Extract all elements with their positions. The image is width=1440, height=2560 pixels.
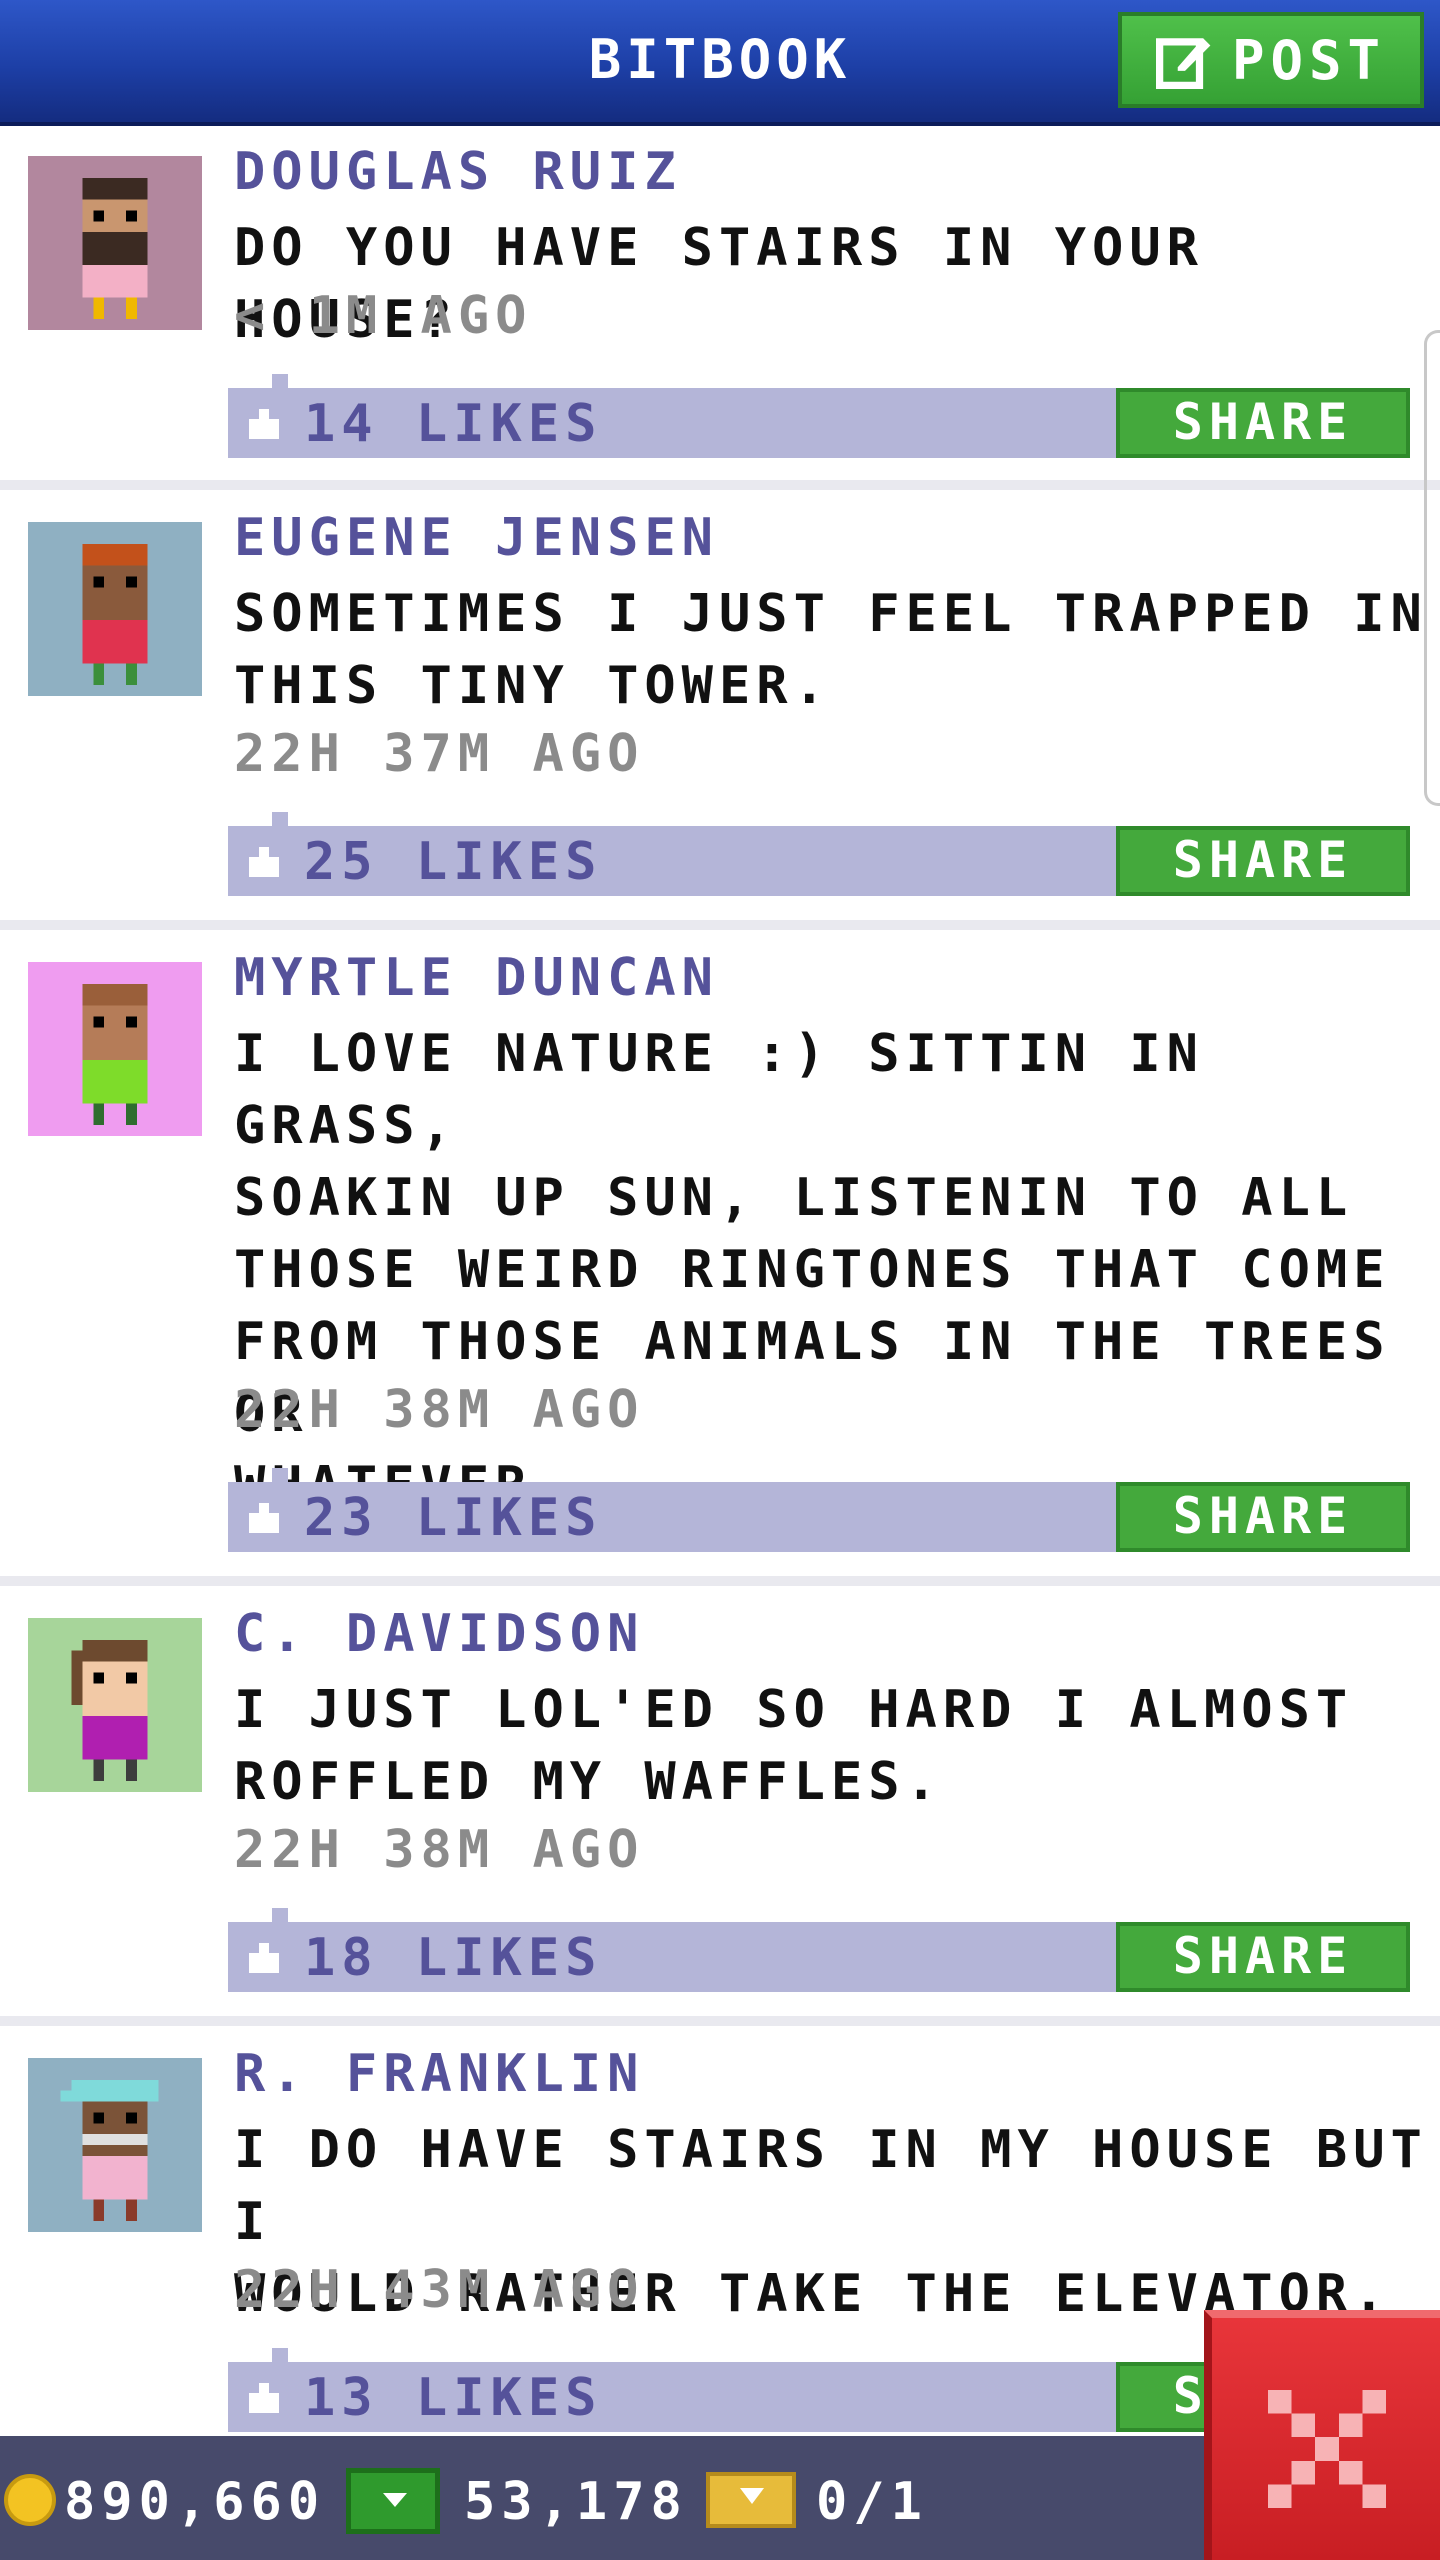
like-bar-notch [272, 1908, 288, 1922]
post-text-line: I LOVE NATURE :) SITTIN IN GRASS, [234, 1024, 1204, 1156]
like-bar[interactable]: 25 LIKES SHARE [228, 812, 1410, 896]
post-text-line: SOMETIMES I JUST FEEL TRAPPED IN [234, 584, 1428, 644]
avatar [28, 522, 202, 696]
ticket-icon [706, 2472, 796, 2528]
post-text-line: THIS TINY TOWER. [234, 656, 831, 716]
ticket-count: 0/1 [816, 2472, 928, 2532]
post-time: 22H 43M AGO [234, 2260, 645, 2320]
share-button[interactable]: SHARE [1116, 388, 1410, 458]
post-text-line: ROFFLED MY WAFFLES. [234, 1752, 943, 1812]
thumbs-up-icon [249, 2383, 279, 2413]
post-button-label: POST [1231, 28, 1387, 92]
like-bar[interactable]: 18 LIKES SHARE [228, 1908, 1410, 1992]
like-count: 23 LIKES [304, 1488, 603, 1548]
like-bar-notch [272, 812, 288, 826]
compose-icon [1155, 38, 1211, 89]
avatar [28, 962, 202, 1136]
post-item: MYRTLE DUNCAN I LOVE NATURE :) SITTIN IN… [0, 930, 1440, 1586]
bux-icon [346, 2468, 440, 2534]
thumbs-up-icon [249, 1503, 279, 1533]
like-bar[interactable]: 23 LIKES SHARE [228, 1468, 1410, 1552]
post-text-line: SOAKIN UP SUN, LISTENIN TO ALL [234, 1168, 1354, 1228]
thumbs-up-icon [249, 409, 279, 439]
scroll-indicator[interactable] [1424, 330, 1440, 806]
post-text-line: THOSE WEIRD RINGTONES THAT COME [234, 1240, 1391, 1300]
post-text: I JUST LOL'ED SO HARD I ALMOST ROFFLED M… [234, 1674, 1430, 1818]
thumbs-up-icon [249, 1943, 279, 1973]
post-item: DOUGLAS RUIZ DO YOU HAVE STAIRS IN YOUR … [0, 124, 1440, 490]
post-time: 22H 38M AGO [234, 1820, 645, 1880]
post-button[interactable]: POST [1118, 12, 1424, 108]
post-text: I LOVE NATURE :) SITTIN IN GRASS, SOAKIN… [234, 1018, 1430, 1522]
thumbs-up-icon [249, 847, 279, 877]
post-text: SOMETIMES I JUST FEEL TRAPPED IN THIS TI… [234, 578, 1430, 722]
share-button[interactable]: SHARE [1116, 1922, 1410, 1992]
close-button[interactable] [1204, 2310, 1440, 2560]
post-time: 22H 37M AGO [234, 724, 645, 784]
share-button[interactable]: SHARE [1116, 1482, 1410, 1552]
coin-count: 890,660 [64, 2472, 326, 2532]
bux-count: 53,178 [464, 2472, 688, 2532]
post-item: EUGENE JENSEN SOMETIMES I JUST FEEL TRAP… [0, 490, 1440, 930]
like-bar[interactable]: 14 LIKES SHARE [228, 374, 1410, 458]
like-bar-notch [272, 374, 288, 388]
share-button[interactable]: SHARE [1116, 826, 1410, 896]
like-bar-notch [272, 2348, 288, 2362]
post-feed[interactable]: DOUGLAS RUIZ DO YOU HAVE STAIRS IN YOUR … [0, 124, 1440, 2466]
close-icon [1268, 2390, 1386, 2508]
like-count: 25 LIKES [304, 832, 603, 892]
like-count: 14 LIKES [304, 394, 603, 454]
post-author[interactable]: R. FRANKLIN [234, 2044, 644, 2104]
avatar [28, 2058, 202, 2232]
avatar [28, 1618, 202, 1792]
post-author[interactable]: EUGENE JENSEN [234, 508, 719, 568]
coin-icon [4, 2474, 56, 2526]
post-text-line: I DO HAVE STAIRS IN MY HOUSE BUT I [234, 2120, 1428, 2252]
like-count: 13 LIKES [304, 2368, 603, 2428]
post-text-line: I JUST LOL'ED SO HARD I ALMOST [234, 1680, 1354, 1740]
post-time: 22H 38M AGO [234, 1380, 645, 1440]
app-header: BITBOOK POST [0, 0, 1440, 122]
post-item: C. DAVIDSON I JUST LOL'ED SO HARD I ALMO… [0, 1586, 1440, 2026]
post-author[interactable]: MYRTLE DUNCAN [234, 948, 719, 1008]
like-bar-notch [272, 1468, 288, 1482]
avatar [28, 156, 202, 330]
post-author[interactable]: DOUGLAS RUIZ [234, 142, 682, 202]
post-author[interactable]: C. DAVIDSON [234, 1604, 644, 1664]
post-time: < 1M AGO [234, 286, 533, 346]
like-count: 18 LIKES [304, 1928, 603, 1988]
